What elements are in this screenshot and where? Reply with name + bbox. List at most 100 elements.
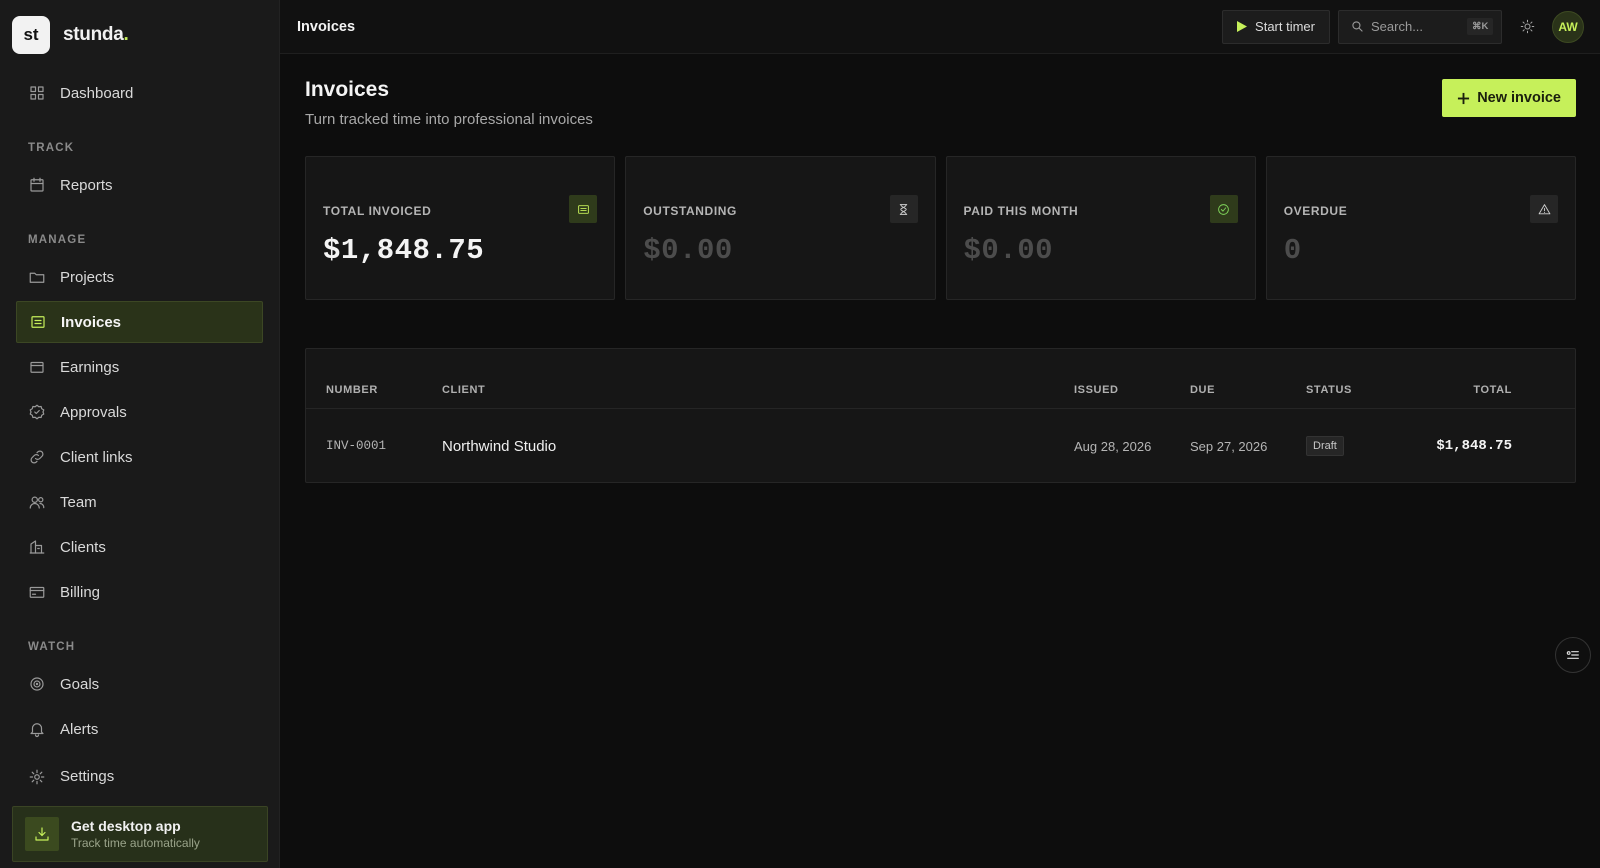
status-badge: Draft — [1306, 436, 1344, 456]
search-icon — [1352, 21, 1363, 32]
sidebar-item-clients[interactable]: Clients — [16, 526, 263, 568]
stat-label: OUTSTANDING — [643, 204, 737, 218]
sidebar-item-label: Projects — [60, 268, 115, 286]
search-shortcut: ⌘K — [1467, 18, 1494, 35]
sidebar-item-label: Reports — [60, 176, 113, 194]
desktop-app-subtitle: Track time automatically — [71, 836, 200, 850]
sidebar-item-projects[interactable]: Projects — [16, 256, 263, 298]
start-timer-label: Start timer — [1255, 19, 1315, 34]
brand-logo: st — [12, 16, 50, 54]
sidebar-item-label: Billing — [60, 583, 101, 601]
sidebar-item-approvals[interactable]: Approvals — [16, 391, 263, 433]
stat-card-outstanding: OUTSTANDING $0.00 — [625, 156, 936, 300]
brand[interactable]: st stunda. — [0, 0, 279, 70]
hourglass-icon — [889, 195, 918, 223]
warning-icon — [1530, 195, 1558, 223]
new-invoice-button[interactable]: New invoice — [1442, 79, 1576, 117]
users-icon — [29, 496, 45, 509]
bell-icon — [30, 723, 44, 738]
wallet-icon — [30, 361, 44, 373]
desktop-app-title: Get desktop app — [71, 818, 181, 834]
list-settings-icon — [1566, 651, 1579, 659]
grid-icon — [30, 86, 44, 100]
sun-icon — [1520, 19, 1534, 34]
stat-value: $0.00 — [963, 234, 1054, 267]
calendar-icon — [30, 177, 44, 192]
brand-name: stunda. — [63, 24, 129, 46]
sidebar-item-dashboard[interactable]: Dashboard — [16, 72, 263, 114]
stat-value: $0.00 — [643, 234, 733, 267]
badge-check-icon — [29, 404, 45, 420]
gear-icon — [29, 769, 45, 785]
sidebar-item-label: Settings — [60, 768, 115, 785]
sidebar-item-invoices[interactable]: Invoices — [16, 301, 263, 343]
sidebar-item-label: Invoices — [61, 313, 122, 331]
sidebar-item-label: Approvals — [60, 403, 127, 421]
sidebar-item-team[interactable]: Team — [16, 481, 263, 523]
page-subtitle: Turn tracked time into professional invo… — [305, 111, 593, 128]
topbar-title: Invoices — [297, 18, 356, 35]
sidebar-item-label: Alerts — [60, 720, 99, 738]
col-header-due[interactable]: DUE — [1190, 384, 1306, 396]
target-icon — [30, 677, 44, 691]
stat-card-total-invoiced: TOTAL INVOICED $1,848.75 — [305, 156, 616, 300]
sidebar-item-label: Clients — [60, 538, 106, 556]
list-filter-button[interactable] — [1555, 637, 1591, 673]
sidebar-item-label: Earnings — [60, 358, 120, 376]
col-header-total[interactable]: TOTAL — [1406, 384, 1512, 396]
invoice-status-cell: Draft — [1306, 436, 1406, 456]
col-header-issued[interactable]: ISSUED — [1074, 384, 1190, 396]
sidebar-item-reports[interactable]: Reports — [16, 164, 263, 206]
sidebar-item-label: Team — [60, 493, 97, 511]
invoice-client: Northwind Studio — [442, 437, 557, 455]
main-content: Invoices Start timer ⌘K AW Invoices T — [280, 0, 1600, 868]
col-header-status[interactable]: STATUS — [1306, 384, 1406, 396]
section-label-track: TRACK — [28, 142, 75, 154]
stat-card-overdue: OVERDUE 0 — [1265, 156, 1576, 300]
invoice-issued: Aug 28, 2026 — [1074, 438, 1152, 454]
building-icon — [29, 540, 45, 554]
invoice-icon — [569, 195, 598, 223]
start-timer-button[interactable]: Start timer — [1222, 9, 1330, 44]
brand-name-dot: . — [123, 24, 129, 45]
sidebar-item-label: Goals — [60, 675, 100, 693]
table-header: NUMBER CLIENT ISSUED DUE STATUS TOTAL — [306, 349, 1575, 409]
stat-value: $1,848.75 — [323, 234, 485, 267]
theme-toggle-button[interactable] — [1510, 10, 1544, 44]
section-label-manage: MANAGE — [28, 234, 87, 246]
page-title: Invoices — [305, 78, 390, 101]
avatar[interactable]: AW — [1552, 10, 1584, 43]
sidebar-item-client-links[interactable]: Client links — [16, 436, 263, 478]
credit-card-icon — [29, 586, 45, 598]
link-icon — [30, 450, 44, 464]
table-row[interactable]: INV-0001 Northwind Studio Aug 28, 2026 S… — [306, 409, 1575, 483]
check-circle-icon — [1209, 195, 1238, 223]
sidebar-item-label: Client links — [60, 448, 133, 466]
col-header-number[interactable]: NUMBER — [306, 384, 442, 396]
sidebar-item-goals[interactable]: Goals — [16, 663, 263, 705]
stat-label: PAID THIS MONTH — [963, 204, 1079, 218]
sidebar-item-earnings[interactable]: Earnings — [16, 346, 263, 388]
sidebar-item-alerts[interactable]: Alerts — [16, 708, 263, 750]
page-header: Invoices Turn tracked time into professi… — [305, 78, 593, 128]
sidebar-item-billing[interactable]: Billing — [16, 571, 263, 613]
stats-row: TOTAL INVOICED $1,848.75 OUTSTANDING $0.… — [305, 156, 1576, 300]
search-input[interactable] — [1371, 19, 1467, 34]
play-icon — [1237, 21, 1248, 32]
plus-icon — [1458, 92, 1470, 104]
invoices-table: NUMBER CLIENT ISSUED DUE STATUS TOTAL IN… — [305, 348, 1576, 483]
topbar: Invoices Start timer ⌘K AW — [280, 0, 1600, 54]
invoice-number[interactable]: INV-0001 — [306, 439, 442, 453]
get-desktop-app-card[interactable]: Get desktop app Track time automatically — [12, 806, 268, 862]
section-label-watch: WATCH — [28, 641, 76, 653]
sidebar-item-settings[interactable]: Settings — [16, 762, 263, 786]
new-invoice-label: New invoice — [1477, 90, 1561, 106]
search-box[interactable]: ⌘K — [1338, 9, 1502, 44]
sidebar-item-label: Dashboard — [60, 84, 134, 102]
brand-name-text: stunda — [63, 24, 124, 45]
col-header-client[interactable]: CLIENT — [442, 384, 1074, 396]
invoice-due: Sep 27, 2026 — [1190, 438, 1268, 454]
invoice-total: $1,848.75 — [1436, 438, 1512, 454]
stat-value: 0 — [1283, 234, 1302, 267]
stat-label: TOTAL INVOICED — [323, 204, 432, 218]
